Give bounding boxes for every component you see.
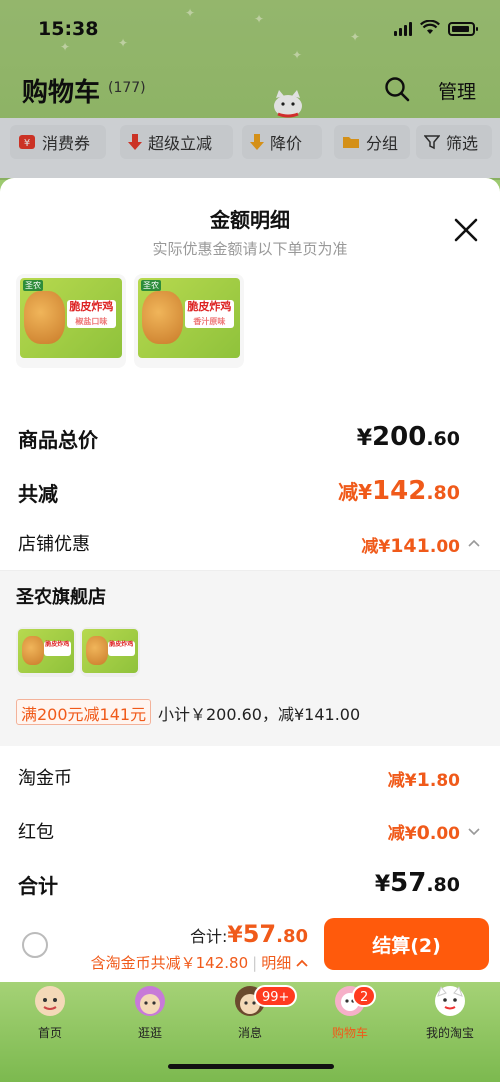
tab-label: 购物车: [331, 1026, 368, 1040]
tab-home[interactable]: 首页: [0, 982, 100, 1044]
home-mascot-icon: [35, 986, 65, 1016]
product-thumbnail[interactable]: 圣农 脆皮炸鸡 香汁原味: [134, 274, 244, 368]
tab-label: 首页: [37, 1026, 62, 1040]
select-all-radio[interactable]: [22, 932, 48, 958]
shop-discount-panel: 圣农旗舰店 脆皮炸鸡 脆皮炸鸡 满200元减141元 小计￥200.60，减¥1…: [0, 570, 500, 746]
sum-value: ¥57.80: [374, 868, 460, 898]
shop-name: 圣农旗舰店: [16, 587, 106, 608]
total-reduce-value: 减¥142.80: [338, 476, 460, 506]
promo-tag: 满200元减141元: [16, 699, 152, 725]
taojinbi-label: 淘金币: [18, 768, 72, 789]
product-flavor: 香汁原味: [193, 317, 226, 327]
taojinbi-value: 减¥1.80: [387, 769, 460, 791]
tab-my-taobao[interactable]: 我的淘宝: [400, 982, 500, 1044]
cart-badge: 2: [352, 985, 377, 1007]
product-flavor: 椒盐口味: [75, 317, 108, 327]
goods-total-value: ¥200.60: [356, 422, 460, 452]
sheet-subtitle: 实际优惠金额请以下单页为准: [152, 240, 348, 258]
my-taobao-mascot-icon: [435, 985, 465, 1016]
product-thumbnail[interactable]: 圣农 脆皮炸鸡 椒盐口味: [16, 274, 126, 368]
chevron-up-icon[interactable]: [468, 538, 480, 550]
shop-product-thumbnail: 脆皮炸鸡: [80, 627, 140, 677]
tab-label: 消息: [237, 1026, 262, 1040]
amount-detail-sheet: 金额明细 实际优惠金额请以下单页为准 圣农 脆皮炸鸡 椒盐口味 圣农 脆皮炸鸡 香汁…: [0, 178, 500, 910]
tab-label: 逛逛: [137, 1026, 162, 1040]
store-discount-value[interactable]: 减¥141.00: [361, 532, 460, 557]
modal-backdrop[interactable]: [0, 0, 500, 180]
messages-badge: 99+: [254, 985, 298, 1007]
chevron-down-icon[interactable]: [468, 825, 480, 837]
hongbao-value[interactable]: 减¥0.00: [388, 819, 460, 844]
total-reduce-label: 共减: [18, 482, 58, 506]
sum-label: 合计: [18, 874, 58, 898]
checkout-subline[interactable]: 含淘金币共减￥142.80 | 明细: [91, 952, 308, 973]
home-indicator: [168, 1064, 334, 1069]
checkout-button[interactable]: 结算(2): [324, 918, 489, 970]
store-discount-label: 店铺优惠: [18, 534, 90, 555]
sheet-title: 金额明细: [210, 208, 290, 232]
browse-mascot-icon: [135, 986, 165, 1016]
hongbao-label: 红包: [18, 822, 54, 843]
checkout-bar: 合计:¥57.80 含淘金币共减￥142.80 | 明细 结算(2): [0, 908, 500, 982]
product-name: 脆皮炸鸡: [187, 300, 232, 314]
product-name: 脆皮炸鸡: [69, 300, 114, 314]
goods-total-label: 商品总价: [18, 428, 98, 452]
chevron-up-icon: [296, 959, 308, 967]
shop-product-thumbnail: 脆皮炸鸡: [16, 627, 76, 677]
tab-cart[interactable]: 2 购物车: [300, 982, 400, 1044]
checkout-total: 合计:¥57.80: [189, 920, 308, 948]
detail-link[interactable]: 明细: [261, 954, 291, 972]
promo-subtotal-text: 小计￥200.60，减¥141.00: [158, 705, 361, 724]
tab-label: 我的淘宝: [425, 1026, 474, 1040]
tab-browse[interactable]: 逛逛: [100, 982, 200, 1044]
tab-messages[interactable]: 99+ 消息: [200, 982, 300, 1044]
close-icon[interactable]: [452, 216, 480, 244]
